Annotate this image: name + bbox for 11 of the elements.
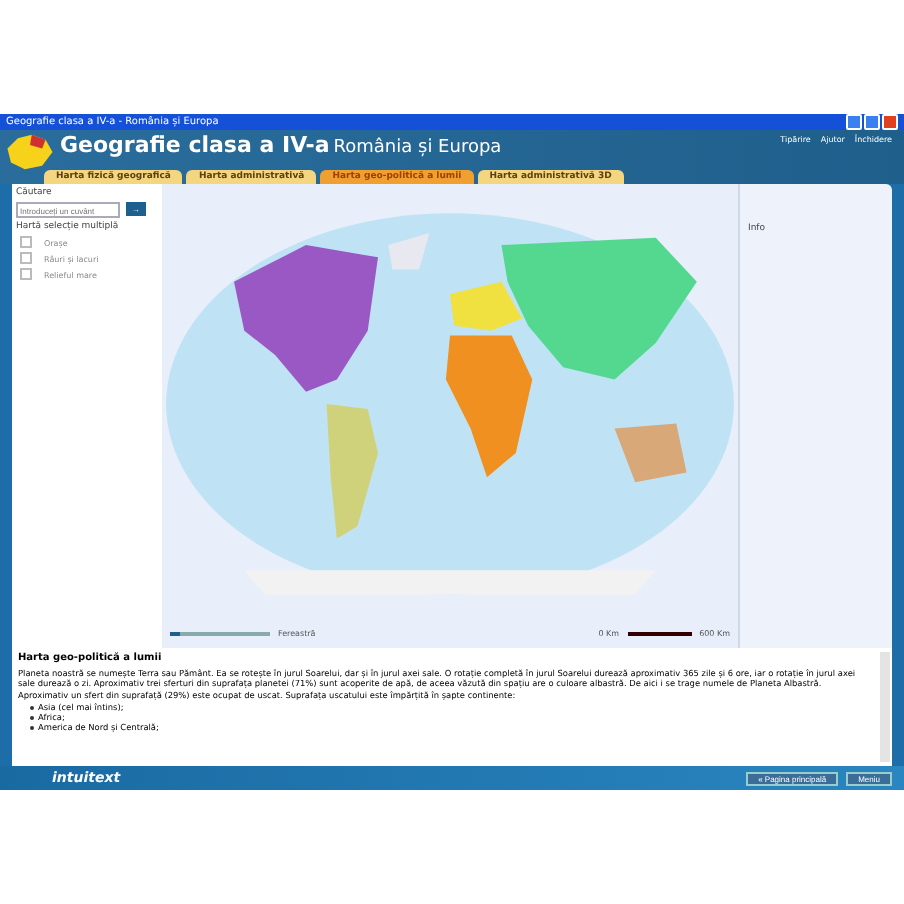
close-button[interactable]	[882, 114, 898, 130]
checkbox[interactable]	[20, 268, 32, 280]
app-title: Geografie clasa a IV-a	[60, 132, 330, 158]
checkbox[interactable]	[20, 236, 32, 248]
maximize-button[interactable]	[864, 114, 880, 130]
app-subtitle: România și Europa	[333, 138, 502, 158]
minimize-button[interactable]	[846, 114, 862, 130]
scale-bar	[627, 631, 692, 635]
scroll-bar[interactable]	[880, 652, 890, 762]
checkbox[interactable]	[20, 252, 32, 264]
map-icon	[4, 130, 56, 174]
